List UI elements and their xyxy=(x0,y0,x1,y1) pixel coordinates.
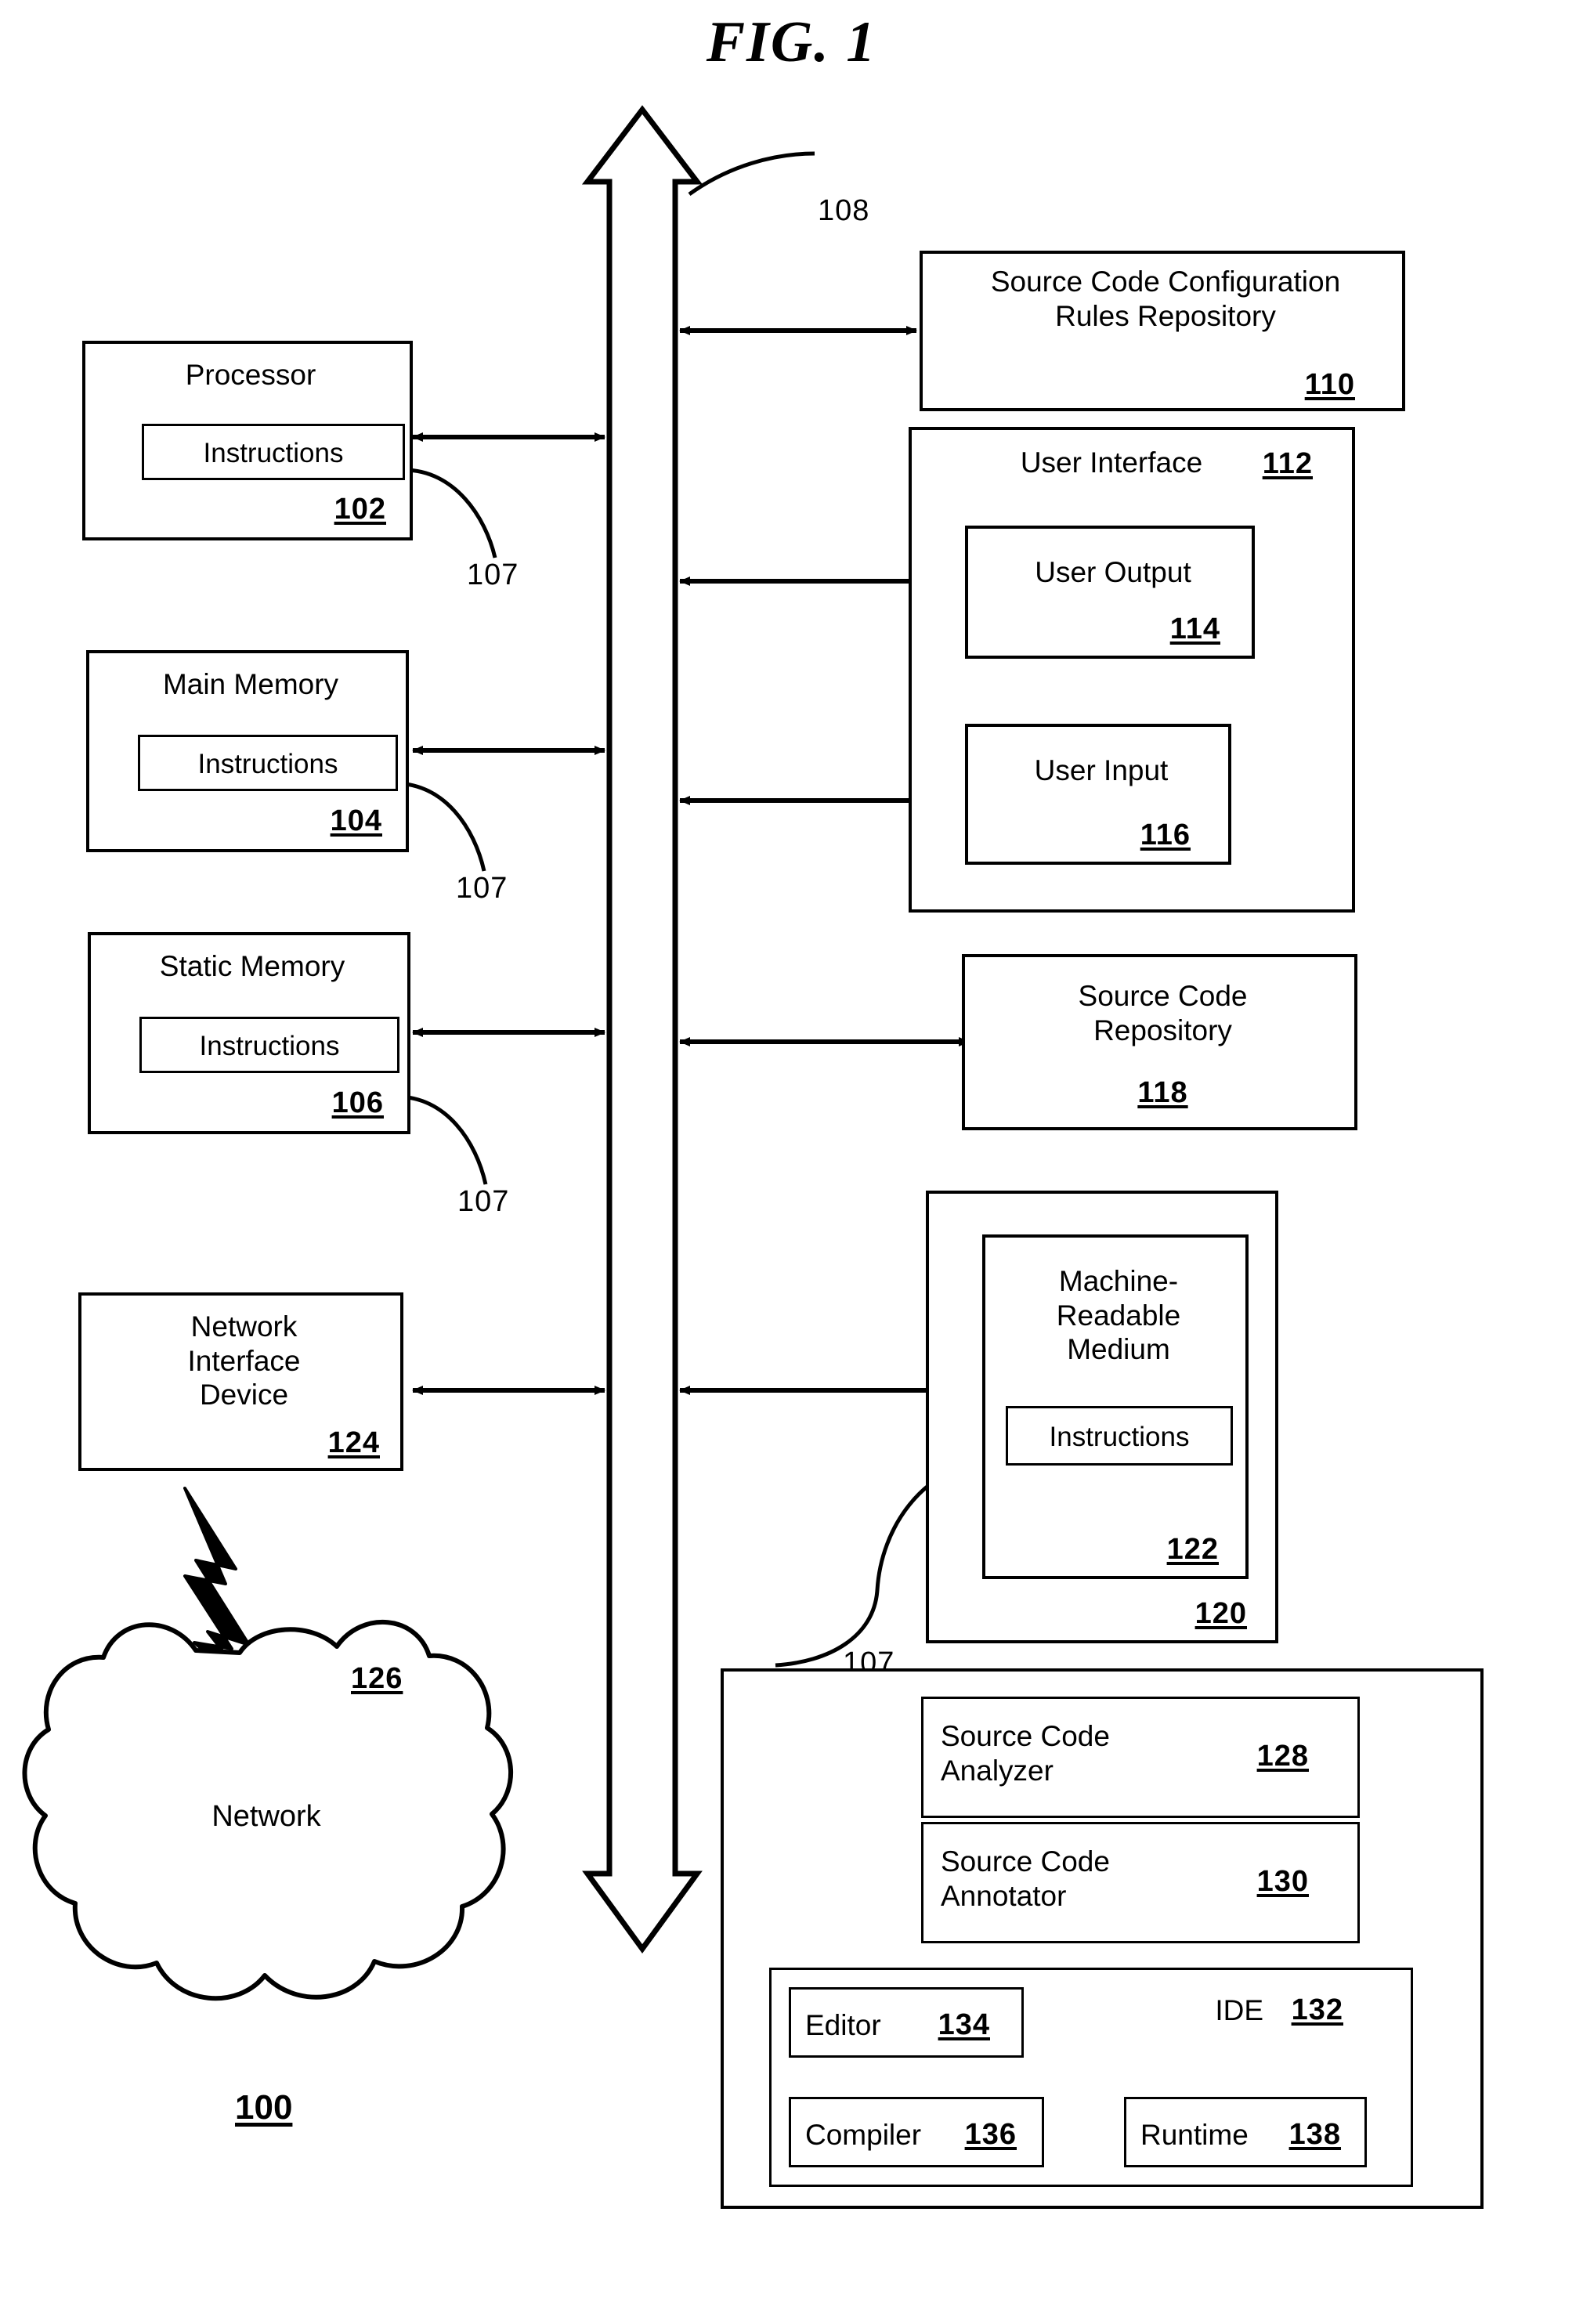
compiler-block: Compiler 136 xyxy=(789,2097,1044,2167)
main-memory-label: Main Memory xyxy=(162,668,339,700)
user-output-ref: 114 xyxy=(1169,613,1220,645)
static-memory-block: Static Memory Instructions 106 xyxy=(88,932,410,1134)
main-memory-instructions-box: Instructions xyxy=(138,735,398,791)
user-input-label: User Input xyxy=(1034,754,1169,786)
user-interface-label: User Interface xyxy=(1020,446,1203,479)
processor-ref: 102 xyxy=(334,493,386,526)
processor-instructions-label: Instructions xyxy=(203,438,344,468)
user-input-ref: 116 xyxy=(1140,819,1191,851)
source-code-repository-label: Source Code Repository xyxy=(1078,980,1248,1046)
source-code-repository-ref: 118 xyxy=(1137,1076,1188,1109)
ide-label: IDE xyxy=(1215,1994,1263,2026)
system-ref: 100 xyxy=(235,2088,293,2127)
processor-instructions-box: Instructions xyxy=(142,424,405,480)
source-code-analyzer-label: Source Code Analyzer xyxy=(941,1720,1110,1787)
machine-readable-medium-label: Machine- Readable Medium xyxy=(1056,1265,1181,1366)
runtime-block: Runtime 138 xyxy=(1124,2097,1367,2167)
source-code-annotator-label: Source Code Annotator xyxy=(941,1845,1110,1912)
network-interface-device-block: Network Interface Device 124 xyxy=(78,1292,403,1471)
machine-readable-medium-ref: 122 xyxy=(1166,1533,1219,1566)
source-code-annotator-block: Source Code Annotator 130 xyxy=(921,1822,1360,1943)
ide-block: IDE 132 Editor 134 Compiler 136 Runtime … xyxy=(769,1968,1413,2187)
medium-instructions-label: Instructions xyxy=(1049,1422,1190,1452)
medium-instructions-box: Instructions xyxy=(1006,1406,1233,1466)
figure-canvas: FIG. 1 Processor Instructions 102 107 Ma… xyxy=(0,0,1583,2324)
user-interface-block: User Interface 112 User Output 114 User … xyxy=(909,427,1355,913)
editor-ref: 134 xyxy=(938,2008,990,2041)
static-memory-instructions-box: Instructions xyxy=(139,1017,399,1073)
static-memory-instructions-ref: 107 xyxy=(457,1185,510,1218)
main-memory-instructions-ref: 107 xyxy=(456,872,508,905)
main-memory-instructions-label: Instructions xyxy=(197,749,338,779)
rules-repository-ref: 110 xyxy=(1304,368,1355,401)
main-memory-block: Main Memory Instructions 104 xyxy=(86,650,409,852)
processor-instructions-ref: 107 xyxy=(467,558,519,591)
source-code-annotator-ref: 130 xyxy=(1256,1865,1309,1898)
runtime-label: Runtime xyxy=(1140,2119,1249,2151)
source-code-repository-block: Source Code Repository 118 xyxy=(962,954,1357,1130)
static-memory-label: Static Memory xyxy=(159,950,345,982)
user-interface-ref: 112 xyxy=(1262,447,1313,480)
bus-ref: 108 xyxy=(818,194,870,227)
network-cloud-ref: 126 xyxy=(351,1662,403,1695)
storage-ref: 120 xyxy=(1194,1597,1247,1630)
processor-block: Processor Instructions 102 xyxy=(82,341,413,540)
network-cloud-label: Network xyxy=(211,1800,321,1833)
tools-container: Source Code Analyzer 128 Source Code Ann… xyxy=(721,1668,1484,2209)
rules-repository-block: Source Code Configuration Rules Reposito… xyxy=(920,251,1405,411)
static-memory-ref: 106 xyxy=(331,1086,384,1119)
editor-block: Editor 134 xyxy=(789,1987,1024,2058)
network-interface-device-ref: 124 xyxy=(327,1426,380,1459)
compiler-label: Compiler xyxy=(805,2119,922,2151)
editor-label: Editor xyxy=(805,2009,881,2041)
machine-readable-medium-block: Machine- Readable Medium Instructions 12… xyxy=(982,1234,1249,1579)
rules-repository-label: Source Code Configuration Rules Reposito… xyxy=(990,266,1341,332)
runtime-ref: 138 xyxy=(1288,2118,1341,2151)
static-memory-instructions-label: Instructions xyxy=(199,1031,340,1061)
user-output-label: User Output xyxy=(1035,556,1191,588)
processor-label: Processor xyxy=(185,359,316,391)
ide-ref: 132 xyxy=(1291,1993,1343,2026)
storage-block: 120 Machine- Readable Medium Instruction… xyxy=(926,1191,1278,1643)
source-code-analyzer-block: Source Code Analyzer 128 xyxy=(921,1697,1360,1818)
source-code-analyzer-ref: 128 xyxy=(1256,1740,1309,1773)
network-interface-device-label: Network Interface Device xyxy=(187,1310,301,1411)
user-input-block: User Input 116 xyxy=(965,724,1231,865)
system-bus-arrow xyxy=(581,105,703,1954)
compiler-ref: 136 xyxy=(964,2118,1017,2151)
main-memory-ref: 104 xyxy=(330,804,382,837)
user-output-block: User Output 114 xyxy=(965,526,1255,659)
bus-ref-leader xyxy=(688,151,815,197)
